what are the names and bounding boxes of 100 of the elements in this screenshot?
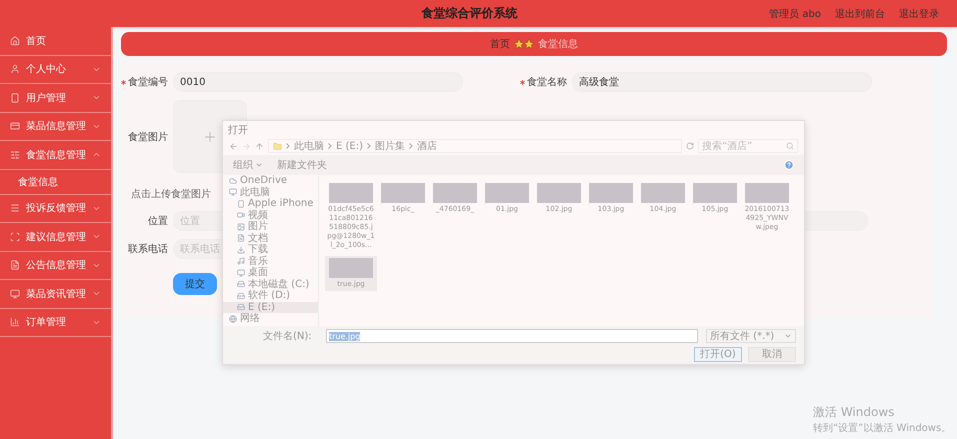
menu-item-icon [10, 317, 20, 328]
chevron-right-icon [328, 143, 332, 149]
back-icon[interactable] [229, 142, 238, 150]
thumbnail-placeholder [485, 183, 529, 203]
thumbnail-placeholder [641, 183, 685, 203]
monitor-icon [229, 188, 237, 196]
sidebar-item[interactable]: 订单管理 [0, 308, 111, 337]
tree-item[interactable]: 图片 [223, 221, 318, 232]
thumbnail-placeholder [329, 183, 373, 203]
download-icon [237, 246, 245, 254]
chevron-right-icon [409, 143, 413, 149]
menu-item-icon [10, 232, 20, 242]
user-name: 管理员 abo [769, 8, 821, 20]
path-segment[interactable]: 此电脑 [294, 139, 324, 153]
app-title: 食堂综合评价系统 [422, 5, 518, 22]
drive-icon [237, 292, 245, 300]
folder-icon [273, 142, 282, 150]
chevron-right-icon [367, 143, 371, 149]
search-icon [786, 142, 794, 150]
stars-separator-icon [514, 39, 534, 49]
sidebar-item[interactable]: 公告信息管理 [0, 252, 111, 280]
menu-item-icon [10, 36, 20, 46]
dialog-button[interactable]: 打开(O) [694, 346, 742, 362]
address-bar[interactable]: 此电脑 E (E:) 图片集 酒店 [268, 139, 682, 153]
field-label: 食堂图片 [127, 130, 169, 144]
thumbnail-placeholder [589, 183, 633, 203]
field-label: 位置 [147, 214, 169, 228]
image-icon [237, 222, 245, 231]
tree-item[interactable]: 此电脑 [223, 186, 318, 198]
sidebar-item[interactable]: 建议信息管理 [0, 223, 111, 252]
tree-item[interactable]: 软件 (D:) [223, 290, 318, 302]
tree-item[interactable]: 下载 [223, 244, 318, 256]
monitor-icon [237, 268, 245, 277]
activation-title: 激活 Windows [813, 404, 896, 421]
new-folder-button[interactable]: 新建文件夹 [277, 158, 327, 172]
thumbnail-placeholder [693, 183, 737, 203]
menu-item-icon [10, 64, 20, 74]
sidebar-item[interactable]: 个人中心 [0, 56, 111, 84]
music-icon [237, 257, 245, 266]
organize-menu[interactable]: 组织 [233, 158, 263, 172]
path-segment[interactable]: 图片集 [375, 139, 405, 153]
tree-item[interactable]: 文档 [223, 232, 318, 244]
tree-item[interactable]: E (E:) [223, 302, 318, 313]
chevron-right-icon [286, 143, 290, 149]
filename-label: 文件名(N): [263, 330, 313, 344]
header-link[interactable]: 退出登录 [899, 6, 939, 20]
forward-icon[interactable] [242, 142, 251, 150]
tree-item[interactable]: OneDrive [223, 175, 318, 186]
thumbnail-placeholder [381, 183, 425, 203]
tree-item[interactable]: 桌面 [223, 267, 318, 278]
field-label: 联系电话 [127, 242, 169, 256]
thumbnail-placeholder [537, 183, 581, 203]
upload-hint: 点击上传食堂图片 [131, 188, 211, 201]
field-label: 食堂名称 [527, 76, 567, 89]
file-type-select[interactable]: 所有文件 (*.*) [706, 329, 796, 344]
menu-item-icon [10, 203, 20, 214]
drive-icon [237, 303, 245, 312]
tree-item[interactable]: 本地磁盘 (C:) [223, 278, 318, 290]
tree-item[interactable]: 音乐 [223, 256, 318, 267]
filename-field[interactable]: true.jpg [326, 329, 698, 344]
menu-item-icon [10, 121, 20, 132]
submit-button[interactable]: 提交 [173, 273, 217, 295]
sidebar-item[interactable]: 菜品资讯管理 [0, 280, 111, 308]
menu-item-icon [10, 92, 20, 103]
activation-hint: 转到“设置”以激活 Windows。 [813, 422, 952, 435]
up-icon[interactable] [255, 142, 264, 150]
refresh-icon[interactable] [686, 142, 694, 150]
tree-item[interactable]: 视频 [223, 210, 318, 221]
breadcrumb-link[interactable]: 首页 [490, 37, 510, 51]
dialog-title: 打开 [227, 124, 249, 137]
sidebar-item[interactable]: 菜品信息管理 [0, 112, 111, 141]
field-label: 食堂编号 [128, 76, 168, 89]
input-field[interactable]: 0010 [173, 72, 463, 92]
menu-item-icon [10, 150, 20, 160]
sidebar-item[interactable]: 投诉反馈管理 [0, 194, 111, 223]
help-icon[interactable] [784, 160, 794, 170]
input-field[interactable]: 高级食堂 [572, 72, 872, 92]
document-icon [237, 234, 245, 242]
header-link[interactable]: 退出到前台 [835, 6, 885, 20]
drive-icon [237, 280, 245, 288]
tree-item[interactable]: Apple iPhone [223, 198, 318, 210]
menu-item-icon [10, 288, 20, 299]
path-segment[interactable]: E (E:) [336, 140, 363, 152]
cloud-icon [229, 176, 237, 185]
submenu-item[interactable]: 食堂信息 [0, 170, 111, 194]
video-icon [237, 211, 245, 220]
breadcrumb-link[interactable]: 食堂信息 [538, 37, 578, 51]
phone-icon [237, 200, 245, 208]
search-field[interactable]: 搜索“酒店” [698, 139, 798, 153]
sidebar-item[interactable]: 用户管理 [0, 84, 111, 112]
dialog-button[interactable]: 取消 [748, 346, 796, 362]
path-segment[interactable]: 酒店 [417, 139, 437, 153]
sidebar-item[interactable]: 首页 [0, 27, 111, 56]
thumbnail-placeholder [329, 258, 373, 278]
thumbnail-placeholder [745, 183, 789, 203]
tree-item[interactable]: 网络 [223, 313, 318, 324]
menu-item-icon [10, 260, 20, 270]
globe-icon [229, 314, 237, 323]
caret-icon [255, 161, 263, 169]
sidebar-item[interactable]: 食堂信息管理 [0, 141, 111, 170]
